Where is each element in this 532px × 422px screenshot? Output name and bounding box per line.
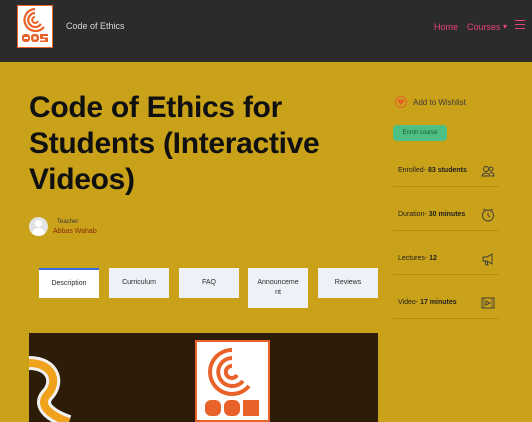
site-logo[interactable] <box>17 5 53 48</box>
tab-faq[interactable]: FAQ <box>179 268 239 298</box>
video-icon <box>481 297 495 309</box>
clock-icon <box>482 208 494 222</box>
video-thumbnail-logo <box>195 340 270 422</box>
meta-lectures: Lectures- 12 <box>393 245 499 275</box>
meta-value: 83 students <box>427 167 467 174</box>
meta-duration: Duration- 30 minutes <box>393 201 499 231</box>
nav-home-link[interactable]: Home <box>434 22 458 32</box>
tab-description[interactable]: Description <box>39 268 99 298</box>
decorative-swirl <box>29 356 72 422</box>
page-title: Code of Ethics for Students (Interactive… <box>29 91 320 196</box>
users-icon <box>481 166 495 177</box>
menu-icon[interactable] <box>515 20 525 30</box>
meta-value: 12 <box>429 255 437 262</box>
site-header: Code of Ethics Home Courses ▾ <box>0 0 532 62</box>
chevron-down-icon[interactable]: ▾ <box>503 22 507 31</box>
meta-enrolled: Enrolled- 83 students <box>393 157 499 187</box>
course-video[interactable] <box>29 333 378 422</box>
meta-value: 30 minutes <box>428 211 466 218</box>
tab-curriculum[interactable]: Curriculum <box>109 268 169 298</box>
meta-value: 17 minutes <box>420 299 457 306</box>
site-title[interactable]: Code of Ethics <box>66 21 125 31</box>
meta-label: Video <box>398 299 416 306</box>
tab-announcement[interactable]: Announceme nt <box>248 268 308 308</box>
meta-label: Duration <box>398 211 425 218</box>
meta-label: Enrolled <box>398 167 424 174</box>
megaphone-icon <box>482 253 493 266</box>
enroll-course-button[interactable]: Enroll course <box>393 125 447 141</box>
avatar <box>29 217 48 236</box>
tab-reviews[interactable]: Reviews <box>318 268 378 298</box>
add-to-wishlist-link[interactable]: Add to Wishlist <box>413 98 466 107</box>
meta-video: Video- 17 minutes <box>393 289 499 319</box>
teacher-label: Teacher <box>57 219 79 225</box>
meta-label: Lectures <box>398 255 425 262</box>
teacher-name-link[interactable]: Abbas Wahab <box>53 228 97 235</box>
heart-icon[interactable] <box>395 96 407 108</box>
nav-courses-link[interactable]: Courses <box>467 22 501 32</box>
